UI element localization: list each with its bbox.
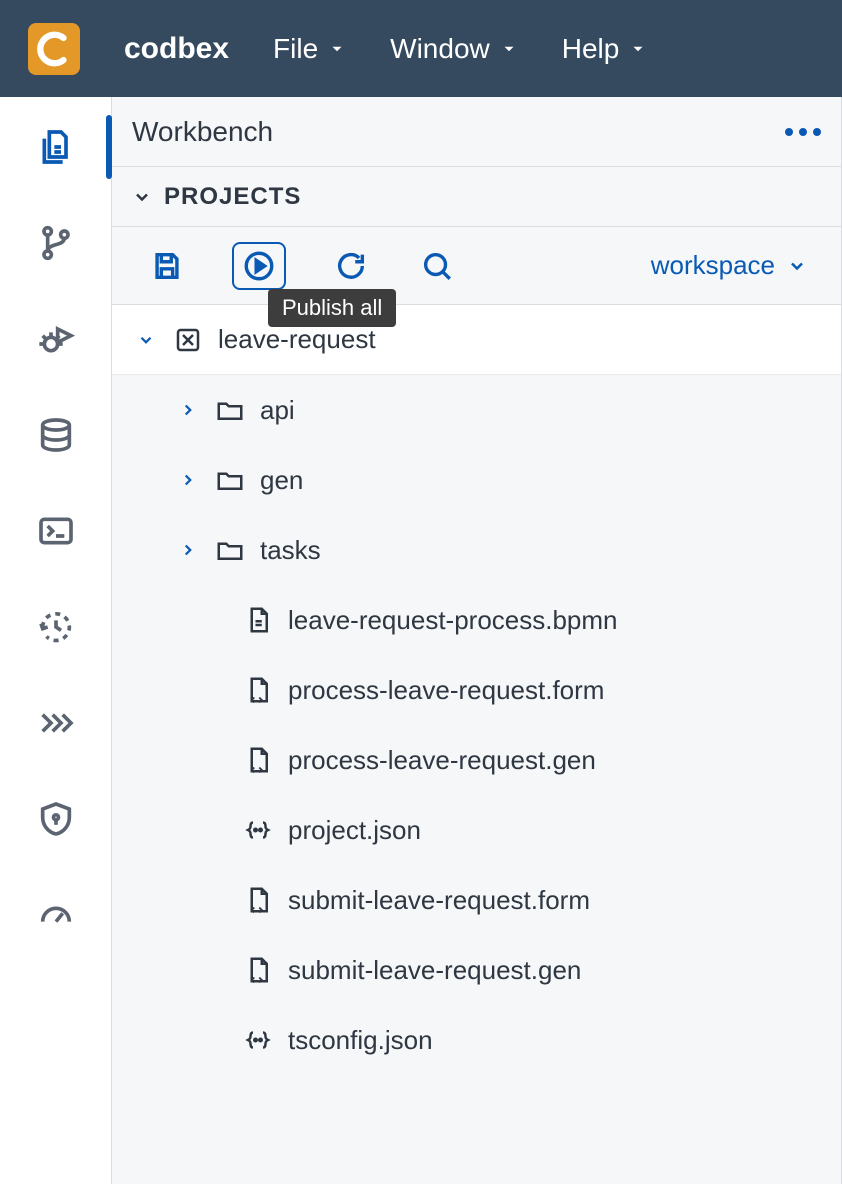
database-icon — [36, 415, 76, 455]
save-all-button[interactable] — [146, 245, 188, 287]
tree-folder-item[interactable]: api — [112, 375, 841, 445]
tree-item-label: process-leave-request.gen — [288, 745, 596, 776]
menu-help-label: Help — [562, 33, 620, 65]
tree-expander[interactable] — [176, 471, 200, 489]
brand-label: codbex — [124, 32, 229, 66]
history-icon — [36, 607, 76, 647]
section-label: PROJECTS — [164, 183, 301, 211]
chevron-down-icon — [500, 40, 518, 58]
activity-bar — [0, 97, 112, 1184]
save-icon — [150, 249, 184, 283]
publish-tooltip: Publish all — [268, 289, 396, 327]
terminal-icon — [36, 511, 76, 551]
play-circle-icon — [242, 249, 276, 283]
menu-file[interactable]: File — [273, 33, 346, 65]
workspace-label: workspace — [651, 250, 775, 281]
chevron-down-icon — [629, 40, 647, 58]
file-json-icon — [242, 1024, 274, 1056]
project-icon — [172, 324, 204, 356]
tree-expander[interactable] — [134, 331, 158, 349]
file-form-icon — [242, 954, 274, 986]
tree-item-label: project.json — [288, 815, 421, 846]
tree-file-item[interactable]: process-leave-request.form — [112, 655, 841, 725]
shield-lock-icon — [36, 799, 76, 839]
section-toggle-projects[interactable]: PROJECTS — [112, 167, 841, 227]
chevron-right-icon — [179, 401, 197, 419]
folder-icon — [214, 534, 246, 566]
projects-toolbar: workspace Publish all — [112, 227, 841, 305]
tree-folder-item[interactable]: tasks — [112, 515, 841, 585]
sidebar-item-performance[interactable] — [34, 893, 78, 937]
tree-item-label: tsconfig.json — [288, 1025, 433, 1056]
sidebar-item-git[interactable] — [34, 221, 78, 265]
tree-expander[interactable] — [176, 401, 200, 419]
workspace-selector[interactable]: workspace — [651, 250, 807, 281]
tree-item-label: leave-request-process.bpmn — [288, 605, 618, 636]
documents-icon — [36, 127, 76, 167]
file-form-icon — [242, 884, 274, 916]
refresh-icon — [334, 249, 368, 283]
refresh-button[interactable] — [330, 245, 372, 287]
sidebar-item-workbench[interactable] — [34, 125, 78, 169]
project-tree: leave-request api gen tasks leave-reques… — [112, 305, 841, 1184]
chevron-down-icon — [787, 256, 807, 276]
tree-root-item[interactable]: leave-request — [112, 305, 841, 375]
tree-item-label: tasks — [260, 535, 321, 566]
chevron-down-icon — [137, 331, 155, 349]
tree-item-label: submit-leave-request.gen — [288, 955, 581, 986]
tree-item-label: leave-request — [218, 324, 376, 355]
dot-icon — [799, 128, 807, 136]
chevron-down-icon — [328, 40, 346, 58]
file-bpmn-icon — [242, 604, 274, 636]
git-branch-icon — [36, 223, 76, 263]
panel-header: Workbench — [112, 97, 841, 167]
tree-file-item[interactable]: process-leave-request.gen — [112, 725, 841, 795]
tree-file-item[interactable]: submit-leave-request.gen — [112, 935, 841, 1005]
sidebar-item-terminal[interactable] — [34, 509, 78, 553]
chevron-right-icon — [179, 471, 197, 489]
dot-icon — [813, 128, 821, 136]
publish-all-button[interactable] — [232, 242, 286, 290]
tree-item-label: gen — [260, 465, 303, 496]
panel-more-button[interactable] — [785, 128, 821, 136]
sidebar-item-debug[interactable] — [34, 317, 78, 361]
workbench-panel: Workbench PROJECTS — [112, 97, 842, 1184]
sidebar-item-database[interactable] — [34, 413, 78, 457]
topbar: codbex File Window Help — [0, 0, 842, 97]
gauge-icon — [36, 895, 76, 935]
menu-window-label: Window — [390, 33, 490, 65]
search-button[interactable] — [416, 245, 458, 287]
menu-help[interactable]: Help — [562, 33, 648, 65]
tree-item-label: api — [260, 395, 295, 426]
file-form-icon — [242, 744, 274, 776]
menu-file-label: File — [273, 33, 318, 65]
chevrons-icon — [36, 703, 76, 743]
chevron-right-icon — [179, 541, 197, 559]
tree-folder-item[interactable]: gen — [112, 445, 841, 515]
search-icon — [420, 249, 454, 283]
tree-file-item[interactable]: submit-leave-request.form — [112, 865, 841, 935]
file-json-icon — [242, 814, 274, 846]
folder-icon — [214, 464, 246, 496]
codbex-logo-icon — [35, 30, 73, 68]
menu-window[interactable]: Window — [390, 33, 518, 65]
sidebar-item-security[interactable] — [34, 797, 78, 841]
tree-item-label: process-leave-request.form — [288, 675, 604, 706]
folder-icon — [214, 394, 246, 426]
panel-title: Workbench — [132, 116, 273, 148]
app-logo — [28, 23, 80, 75]
sidebar-item-history[interactable] — [34, 605, 78, 649]
dot-icon — [785, 128, 793, 136]
debug-icon — [36, 319, 76, 359]
tree-expander[interactable] — [176, 541, 200, 559]
file-form-icon — [242, 674, 274, 706]
tree-file-item[interactable]: project.json — [112, 795, 841, 865]
tree-file-item[interactable]: leave-request-process.bpmn — [112, 585, 841, 655]
chevron-down-icon — [132, 187, 152, 207]
tree-item-label: submit-leave-request.form — [288, 885, 590, 916]
sidebar-item-workflow[interactable] — [34, 701, 78, 745]
tree-file-item[interactable]: tsconfig.json — [112, 1005, 841, 1075]
main-area: Workbench PROJECTS — [0, 97, 842, 1184]
